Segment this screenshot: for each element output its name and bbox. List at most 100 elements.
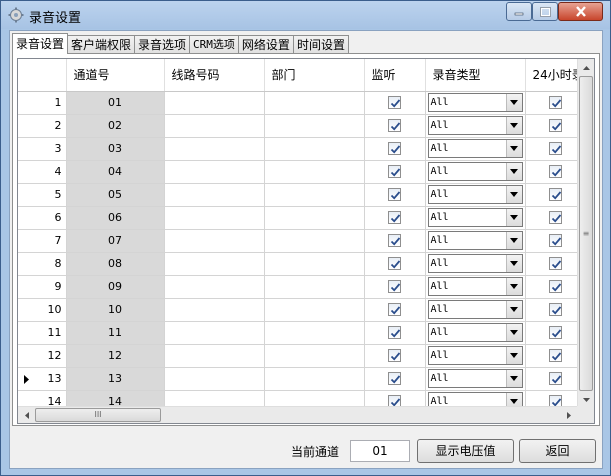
monitor-checkbox[interactable] <box>388 142 401 156</box>
close-button[interactable] <box>558 2 603 21</box>
department-cell[interactable] <box>264 275 365 299</box>
table-row[interactable]: 4 04 All <box>18 160 586 184</box>
channel-cell[interactable]: 12 <box>66 344 165 368</box>
dropdown-button[interactable] <box>505 163 522 180</box>
row-header[interactable]: 11 <box>18 321 67 345</box>
record-type-select[interactable]: All <box>427 208 523 227</box>
monitor-checkbox[interactable] <box>388 96 401 110</box>
line-number-cell[interactable] <box>164 206 265 230</box>
monitor-checkbox[interactable] <box>388 188 401 202</box>
table-row[interactable]: 12 12 All <box>18 344 586 368</box>
scroll-left-button[interactable] <box>18 407 35 423</box>
24h-checkbox[interactable] <box>548 349 562 363</box>
dropdown-button[interactable] <box>505 209 522 226</box>
24h-checkbox[interactable] <box>548 326 562 340</box>
monitor-checkbox[interactable] <box>388 372 401 386</box>
scroll-up-button[interactable] <box>578 59 594 76</box>
line-number-cell[interactable] <box>164 321 265 345</box>
monitor-checkbox[interactable] <box>388 234 401 248</box>
channel-cell[interactable]: 01 <box>66 91 165 115</box>
column-header-monitor[interactable]: 监听 <box>364 59 426 92</box>
dropdown-button[interactable] <box>505 186 522 203</box>
24h-checkbox[interactable] <box>548 188 562 202</box>
show-voltage-button[interactable]: 显示电压值 <box>417 439 514 463</box>
row-header[interactable]: 2 <box>18 114 67 138</box>
table-row[interactable]: 3 03 All <box>18 137 586 161</box>
24h-checkbox[interactable] <box>548 211 562 225</box>
horizontal-scroll-thumb[interactable]: III <box>35 408 161 422</box>
table-row[interactable]: 9 09 All <box>18 275 586 299</box>
department-cell[interactable] <box>264 252 365 276</box>
24h-checkbox[interactable] <box>548 372 562 386</box>
department-cell[interactable] <box>264 344 365 368</box>
line-number-cell[interactable] <box>164 229 265 253</box>
scroll-right-button[interactable] <box>560 407 577 423</box>
row-header[interactable]: 7 <box>18 229 67 253</box>
department-cell[interactable] <box>264 114 365 138</box>
column-header-record-type[interactable]: 录音类型 <box>425 59 526 92</box>
channel-cell[interactable]: 05 <box>66 183 165 207</box>
record-type-select[interactable]: All <box>427 185 523 204</box>
24h-checkbox[interactable] <box>548 142 562 156</box>
table-row[interactable]: 5 05 All <box>18 183 586 207</box>
department-cell[interactable] <box>264 137 365 161</box>
channel-cell[interactable]: 06 <box>66 206 165 230</box>
record-type-select[interactable]: All <box>427 369 523 388</box>
maximize-button[interactable] <box>532 2 558 21</box>
24h-checkbox[interactable] <box>548 257 562 271</box>
line-number-cell[interactable] <box>164 183 265 207</box>
monitor-checkbox[interactable] <box>388 165 401 179</box>
column-header-24h[interactable]: 24小时录 <box>525 59 586 92</box>
dropdown-button[interactable] <box>505 232 522 249</box>
tab-crm-options[interactable]: CRM选项 <box>189 35 239 54</box>
title-bar[interactable]: 录音设置 <box>1 1 610 29</box>
dropdown-button[interactable] <box>505 255 522 272</box>
channel-cell[interactable]: 09 <box>66 275 165 299</box>
channel-cell[interactable]: 10 <box>66 298 165 322</box>
table-row[interactable]: 11 11 All <box>18 321 586 345</box>
row-header[interactable]: 12 <box>18 344 67 368</box>
line-number-cell[interactable] <box>164 114 265 138</box>
row-header[interactable]: 4 <box>18 160 67 184</box>
department-cell[interactable] <box>264 298 365 322</box>
tab-time-settings[interactable]: 时间设置 <box>292 35 349 54</box>
record-type-select[interactable]: All <box>427 162 523 181</box>
monitor-checkbox[interactable] <box>388 257 401 271</box>
column-header-line[interactable]: 线路号码 <box>164 59 265 92</box>
line-number-cell[interactable] <box>164 91 265 115</box>
monitor-checkbox[interactable] <box>388 280 401 294</box>
record-type-select[interactable]: All <box>427 93 523 112</box>
row-header[interactable]: 10 <box>18 298 67 322</box>
table-row[interactable]: 8 08 All <box>18 252 586 276</box>
24h-checkbox[interactable] <box>548 234 562 248</box>
department-cell[interactable] <box>264 183 365 207</box>
monitor-checkbox[interactable] <box>388 211 401 225</box>
row-header[interactable]: 8 <box>18 252 67 276</box>
24h-checkbox[interactable] <box>548 303 562 317</box>
horizontal-scrollbar[interactable]: III <box>18 406 594 423</box>
record-type-select[interactable]: All <box>427 116 523 135</box>
dropdown-button[interactable] <box>505 324 522 341</box>
channel-cell[interactable]: 04 <box>66 160 165 184</box>
monitor-checkbox[interactable] <box>388 303 401 317</box>
dropdown-button[interactable] <box>505 347 522 364</box>
tab-recording-options[interactable]: 录音选项 <box>134 35 191 54</box>
record-type-select[interactable]: All <box>427 277 523 296</box>
line-number-cell[interactable] <box>164 252 265 276</box>
24h-checkbox[interactable] <box>548 96 562 110</box>
current-channel-field[interactable]: 01 <box>350 440 410 462</box>
channel-cell[interactable]: 08 <box>66 252 165 276</box>
minimize-button[interactable] <box>506 2 532 21</box>
monitor-checkbox[interactable] <box>388 119 401 133</box>
table-row[interactable]: 1 01 All <box>18 91 586 115</box>
tab-recording-settings[interactable]: 录音设置 <box>12 33 69 54</box>
column-header-dept[interactable]: 部门 <box>264 59 365 92</box>
channel-cell[interactable]: 07 <box>66 229 165 253</box>
channel-cell[interactable]: 03 <box>66 137 165 161</box>
row-header[interactable]: 5 <box>18 183 67 207</box>
back-button[interactable]: 返回 <box>519 439 596 463</box>
vertical-scrollbar[interactable]: ≡ <box>577 59 594 408</box>
24h-checkbox[interactable] <box>548 280 562 294</box>
monitor-checkbox[interactable] <box>388 349 401 363</box>
dropdown-button[interactable] <box>505 117 522 134</box>
